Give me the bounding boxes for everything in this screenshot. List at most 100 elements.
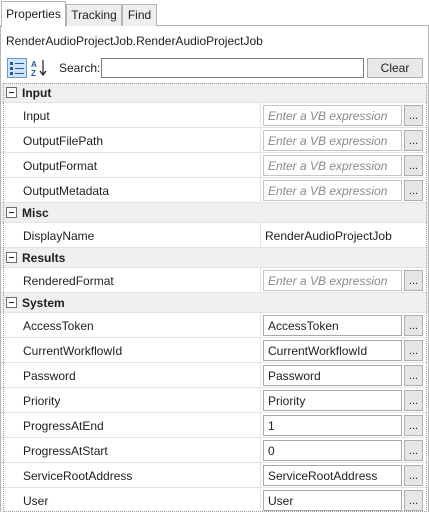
property-row[interactable]: Password Password... (1, 363, 428, 388)
clear-button[interactable]: Clear (367, 58, 423, 78)
category-system[interactable]: System (1, 293, 428, 313)
expression-input[interactable]: Enter a VB expression (263, 155, 402, 176)
property-row[interactable]: DisplayName RenderAudioProjectJob (1, 223, 428, 248)
expression-input[interactable]: Enter a VB expression (263, 180, 402, 201)
expression-input[interactable]: ServiceRootAddress (263, 465, 402, 486)
property-row[interactable]: RenderedFormat Enter a VB expression... (1, 268, 428, 293)
svg-text:Z: Z (31, 69, 36, 78)
expression-placeholder: Enter a VB expression (268, 134, 388, 148)
column-divider (260, 268, 261, 292)
property-name: CurrentWorkflowId (23, 344, 123, 358)
tab-strip: Properties Tracking Find (0, 0, 429, 27)
expression-editor-button[interactable]: ... (404, 130, 423, 151)
categorized-view-button[interactable] (7, 58, 27, 78)
category-label: Misc (22, 206, 49, 220)
expression-value: Priority (268, 394, 306, 408)
property-row[interactable]: Priority Priority... (1, 388, 428, 413)
search-label: Search: (59, 61, 101, 75)
expression-editor-button[interactable]: ... (404, 440, 423, 461)
property-value[interactable]: RenderAudioProjectJob (265, 229, 392, 243)
expression-editor-button[interactable]: ... (404, 270, 423, 291)
tab-tracking[interactable]: Tracking (66, 4, 122, 26)
column-divider (260, 153, 261, 177)
expression-placeholder: Enter a VB expression (268, 159, 388, 173)
column-divider (260, 128, 261, 152)
expression-input[interactable]: Password (263, 365, 402, 386)
property-name: AccessToken (23, 319, 94, 333)
collapse-icon[interactable] (6, 207, 17, 218)
property-name: Input (23, 109, 50, 123)
expression-editor-button[interactable]: ... (404, 490, 423, 511)
expression-editor-button[interactable]: ... (404, 365, 423, 386)
category-results[interactable]: Results (1, 248, 428, 268)
expression-editor-button[interactable]: ... (404, 390, 423, 411)
property-row[interactable]: AccessToken AccessToken... (1, 313, 428, 338)
expression-input[interactable]: CurrentWorkflowId (263, 340, 402, 361)
property-row[interactable]: OutputMetadata Enter a VB expression... (1, 178, 428, 203)
column-divider (260, 463, 261, 487)
categorized-view-icon (10, 62, 24, 75)
expression-editor-button[interactable]: ... (404, 340, 423, 361)
property-name: Priority (23, 394, 61, 408)
collapse-icon[interactable] (6, 252, 17, 263)
column-divider (260, 438, 261, 462)
property-name: User (23, 494, 49, 508)
expression-value: User (268, 494, 294, 508)
property-row[interactable]: OutputFormat Enter a VB expression... (1, 153, 428, 178)
collapse-icon[interactable] (6, 297, 17, 308)
search-input[interactable] (101, 58, 364, 78)
tab-properties[interactable]: Properties (1, 1, 66, 27)
category-input[interactable]: Input (1, 83, 428, 103)
property-row[interactable]: CurrentWorkflowId CurrentWorkflowId... (1, 338, 428, 363)
property-name: OutputFormat (23, 159, 98, 173)
property-name: ProgressAtStart (23, 444, 108, 458)
property-name: RenderedFormat (23, 274, 114, 288)
column-divider (260, 103, 261, 127)
properties-panel: RenderAudioProjectJob.RenderAudioProject… (0, 26, 429, 512)
property-row[interactable]: Input Enter a VB expression... (1, 103, 428, 128)
property-name: OutputFilePath (23, 134, 104, 148)
category-misc[interactable]: Misc (1, 203, 428, 223)
expression-placeholder: Enter a VB expression (268, 109, 388, 123)
expression-input[interactable]: Enter a VB expression (263, 105, 402, 126)
column-divider (260, 223, 261, 247)
property-name: Password (23, 369, 76, 383)
category-label: System (22, 296, 65, 310)
expression-input[interactable]: Priority (263, 390, 402, 411)
column-divider (260, 338, 261, 362)
column-divider (260, 388, 261, 412)
expression-input[interactable]: 1 (263, 415, 402, 436)
expression-input[interactable]: User (263, 490, 402, 511)
category-label: Results (22, 251, 66, 265)
tab-find[interactable]: Find (122, 4, 157, 26)
expression-input[interactable]: AccessToken (263, 315, 402, 336)
property-name: OutputMetadata (23, 184, 110, 198)
property-row[interactable]: ProgressAtEnd 1... (1, 413, 428, 438)
expression-placeholder: Enter a VB expression (268, 274, 388, 288)
property-name: ProgressAtEnd (23, 419, 104, 433)
expression-input[interactable]: Enter a VB expression (263, 270, 402, 291)
activity-title: RenderAudioProjectJob.RenderAudioProject… (6, 34, 263, 48)
expression-editor-button[interactable]: ... (404, 155, 423, 176)
expression-value: ServiceRootAddress (268, 469, 378, 483)
collapse-icon[interactable] (6, 87, 17, 98)
expression-editor-button[interactable]: ... (404, 105, 423, 126)
property-row[interactable]: OutputFilePath Enter a VB expression... (1, 128, 428, 153)
expression-input[interactable]: 0 (263, 440, 402, 461)
property-toolbar: A Z Search: Clear (1, 57, 428, 79)
property-row[interactable]: ProgressAtStart 0... (1, 438, 428, 463)
expression-value: 1 (268, 419, 275, 433)
expression-value: Password (268, 369, 321, 383)
expression-editor-button[interactable]: ... (404, 465, 423, 486)
column-divider (260, 178, 261, 202)
expression-input[interactable]: Enter a VB expression (263, 130, 402, 151)
expression-editor-button[interactable]: ... (404, 315, 423, 336)
alphabetical-sort-button[interactable]: A Z (30, 58, 50, 78)
property-row[interactable]: User User... (1, 488, 428, 512)
column-divider (260, 413, 261, 437)
expression-value: AccessToken (268, 319, 339, 333)
expression-editor-button[interactable]: ... (404, 180, 423, 201)
expression-editor-button[interactable]: ... (404, 415, 423, 436)
property-grid: Input Input Enter a VB expression... Output… (1, 83, 428, 512)
property-row[interactable]: ServiceRootAddress ServiceRootAddress... (1, 463, 428, 488)
